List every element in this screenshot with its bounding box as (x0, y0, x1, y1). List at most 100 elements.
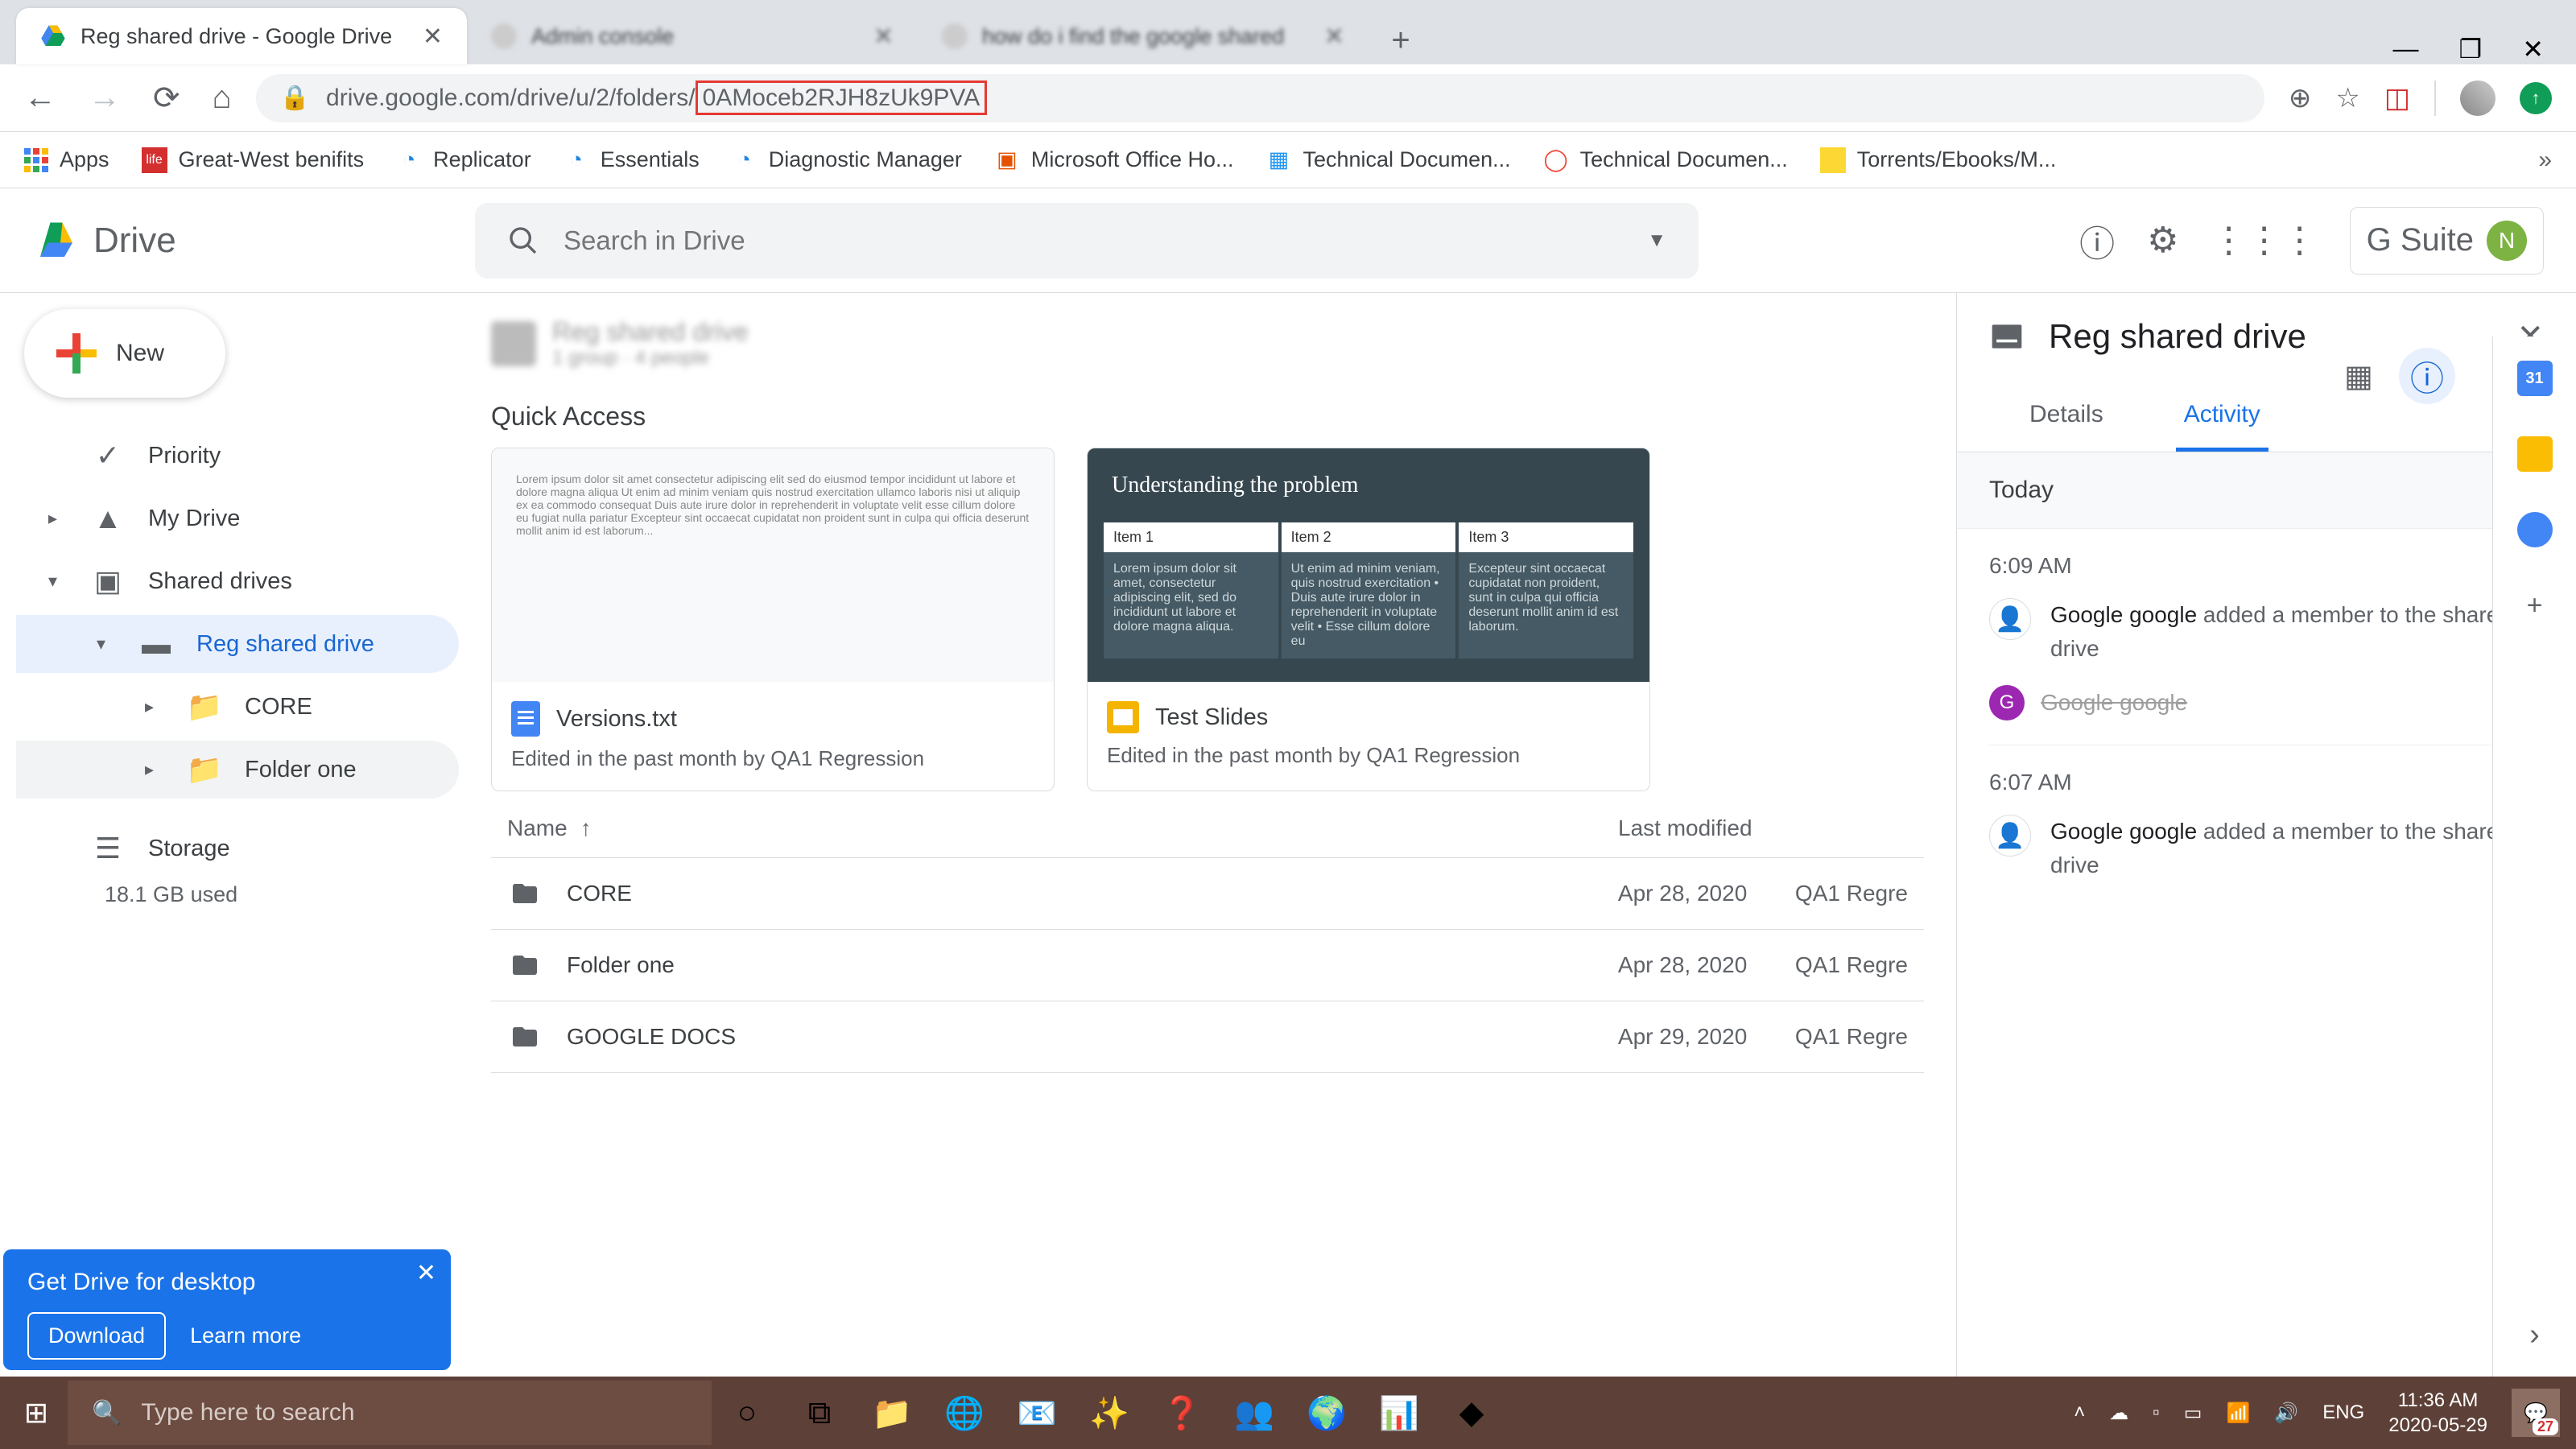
sidebar-item-shareddrives[interactable]: ▾ ▣ Shared drives (16, 552, 459, 610)
tab-close-icon[interactable]: ✕ (423, 23, 443, 51)
bookmark-item[interactable]: Torrents/Ebooks/M... (1820, 147, 2057, 173)
add-addon-icon[interactable]: + (2517, 588, 2553, 623)
settings-gear-icon[interactable]: ⚙ (2147, 220, 2178, 261)
close-window-icon[interactable]: ✕ (2522, 34, 2544, 64)
grid-view-icon[interactable]: ▦ (2334, 352, 2383, 400)
chevron-down-icon[interactable]: ▾ (48, 571, 68, 592)
expand-panel-icon[interactable]: › (2529, 1318, 2540, 1352)
bookmark-apps[interactable]: Apps (24, 147, 109, 172)
maximize-icon[interactable]: ❐ (2459, 34, 2483, 64)
app-icon[interactable]: ❓ (1150, 1385, 1214, 1441)
task-view-icon[interactable]: ⧉ (787, 1385, 852, 1441)
bookmark-star-icon[interactable]: ☆ (2335, 82, 2359, 114)
back-button[interactable]: ← (24, 80, 56, 117)
search-box[interactable]: ▼ (475, 203, 1699, 279)
calendar-icon[interactable]: 31 (2517, 361, 2553, 396)
folder-icon (507, 879, 543, 908)
minimize-icon[interactable]: — (2393, 34, 2419, 64)
new-tab-button[interactable]: + (1377, 16, 1425, 64)
battery-icon[interactable]: ▭ (2184, 1402, 2202, 1425)
tab-activity[interactable]: Activity (2176, 388, 2268, 452)
column-modified[interactable]: Last modified (1618, 815, 1908, 841)
url-input[interactable]: 🔒 drive.google.com/drive/u/2/folders/0AM… (256, 74, 2264, 122)
tab-details[interactable]: Details (2021, 388, 2112, 452)
bookmark-item[interactable]: ◯Technical Documen... (1543, 147, 1788, 173)
cortana-icon[interactable]: ○ (715, 1385, 779, 1441)
tray-icon[interactable]: ▫ (2153, 1402, 2160, 1424)
chrome-icon[interactable]: 🌐 (932, 1385, 997, 1441)
tasks-icon[interactable] (2517, 512, 2553, 547)
column-name[interactable]: Name ↑ (507, 815, 1618, 841)
language-indicator[interactable]: ENG (2322, 1402, 2364, 1424)
home-button[interactable]: ⌂ (213, 80, 232, 117)
slides-file-icon (1107, 701, 1139, 733)
keep-icon[interactable] (2517, 436, 2553, 472)
help-icon[interactable]: ⓘ (2079, 215, 2115, 266)
extension-icon[interactable]: ◫ (2384, 82, 2410, 114)
tray-chevron-icon[interactable]: ˄ (2074, 1402, 2085, 1424)
sidebar-item-core[interactable]: ▸ 📁 CORE (16, 678, 459, 736)
browser-profile-avatar[interactable] (2460, 80, 2496, 116)
download-button[interactable]: Download (27, 1312, 166, 1360)
browser-tab[interactable]: Admin console ✕ (467, 8, 918, 64)
sidebar-item-storage[interactable]: ☰ Storage (16, 819, 459, 877)
shared-drive-icon: ▬ (140, 628, 172, 660)
chevron-right-icon[interactable]: ▸ (48, 508, 68, 529)
shared-drives-icon: ▣ (92, 565, 124, 597)
update-indicator-icon[interactable]: ↑ (2520, 82, 2552, 114)
search-input[interactable] (564, 225, 1623, 256)
app-icon[interactable]: ✨ (1077, 1385, 1141, 1441)
chevron-down-icon[interactable]: ▾ (97, 634, 116, 654)
zoom-icon[interactable]: ⊕ (2289, 82, 2312, 114)
browser-tab[interactable]: how do i find the google shared ✕ (918, 8, 1368, 64)
bookmark-item[interactable]: ◔Replicator (396, 147, 531, 173)
volume-icon[interactable]: 🔊 (2274, 1402, 2298, 1425)
taskbar-clock[interactable]: 11:36 AM 2020-05-29 (2388, 1388, 2487, 1438)
forward-button[interactable]: → (89, 80, 121, 117)
account-avatar[interactable]: N (2487, 221, 2527, 261)
quick-access-card[interactable]: Lorem ipsum dolor sit amet consectetur a… (491, 448, 1055, 791)
drive-logo[interactable]: Drive (32, 217, 451, 265)
bookmark-item[interactable]: ◔Diagnostic Manager (732, 147, 962, 173)
sidebar-item-mydrive[interactable]: ▸ ▲ My Drive (16, 489, 459, 547)
search-options-icon[interactable]: ▼ (1647, 229, 1666, 252)
chevron-right-icon[interactable]: ▸ (145, 759, 164, 780)
list-item[interactable]: GOOGLE DOCS Apr 29, 2020 QA1 Regre (491, 1001, 1924, 1073)
reload-button[interactable]: ⟳ (153, 80, 180, 117)
list-item[interactable]: CORE Apr 28, 2020 QA1 Regre (491, 858, 1924, 930)
storage-used-label: 18.1 GB used (16, 882, 459, 907)
teams-icon[interactable]: 👥 (1222, 1385, 1286, 1441)
start-button[interactable]: ⊞ (8, 1385, 64, 1441)
outlook-icon[interactable]: 📧 (1005, 1385, 1069, 1441)
learn-more-link[interactable]: Learn more (190, 1323, 301, 1348)
apps-launcher-icon[interactable]: ⋮⋮⋮ (2211, 220, 2318, 261)
app-icon[interactable]: 🌍 (1294, 1385, 1359, 1441)
excel-icon[interactable]: 📊 (1367, 1385, 1431, 1441)
info-toggle-icon[interactable]: ⓘ (2399, 348, 2455, 404)
breadcrumb[interactable]: Reg shared drive 1 group · 4 people (491, 309, 1924, 378)
bookmarks-overflow-icon[interactable]: » (2538, 147, 2552, 174)
gsuite-badge[interactable]: G Suite N (2350, 207, 2544, 275)
wifi-icon[interactable]: 📶 (2226, 1402, 2250, 1425)
bookmark-item[interactable]: lifeGreat-West benifits (142, 147, 365, 173)
new-button[interactable]: New (24, 309, 225, 398)
file-name: Versions.txt (556, 706, 677, 733)
app-icon[interactable]: ◆ (1439, 1385, 1504, 1441)
bookmark-item[interactable]: ▣Microsoft Office Ho... (994, 147, 1234, 173)
chevron-right-icon[interactable]: ▸ (145, 696, 164, 717)
bookmark-item[interactable]: ▦Technical Documen... (1265, 147, 1510, 173)
notifications-icon[interactable]: 💬27 (2512, 1389, 2560, 1437)
browser-tab-active[interactable]: Reg shared drive - Google Drive ✕ (16, 8, 467, 64)
docs-file-icon (511, 701, 540, 737)
list-item[interactable]: Folder one Apr 28, 2020 QA1 Regre (491, 930, 1924, 1001)
quick-access-card[interactable]: Understanding the problem Item 1Lorem ip… (1087, 448, 1650, 791)
promo-close-icon[interactable]: ✕ (416, 1259, 436, 1287)
taskbar-search[interactable]: 🔍 Type here to search (68, 1381, 712, 1445)
sidebar-item-priority[interactable]: ✓ Priority (16, 427, 459, 485)
onedrive-icon[interactable]: ☁ (2109, 1402, 2128, 1425)
sidebar-item-folderone[interactable]: ▸ 📁 Folder one (16, 741, 459, 799)
explorer-icon[interactable]: 📁 (860, 1385, 924, 1441)
mydrive-icon: ▲ (92, 502, 124, 535)
bookmark-item[interactable]: ◔Essentials (564, 147, 700, 173)
sidebar-item-reg-shared-drive[interactable]: ▾ ▬ Reg shared drive (16, 615, 459, 673)
